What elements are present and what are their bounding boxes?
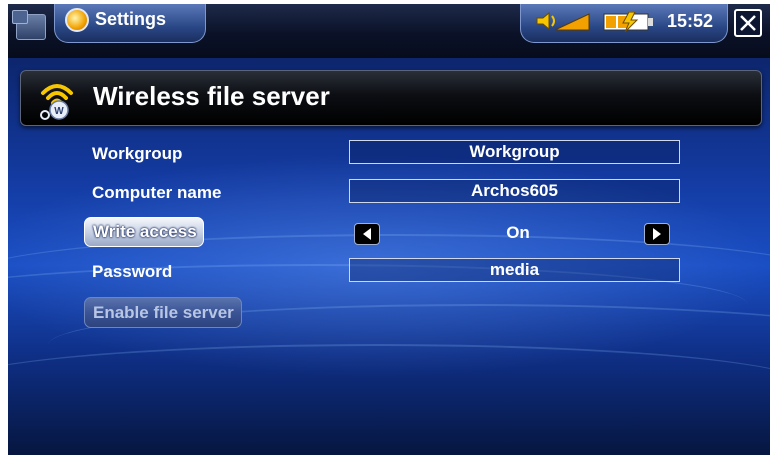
close-icon [740,15,756,31]
next-option-button[interactable] [644,223,670,245]
write-access-value: On [506,223,530,242]
write-access-label[interactable]: Write access [84,217,204,247]
clock: 15:52 [667,11,714,31]
enable-file-server-button[interactable]: Enable file server [84,297,242,328]
arrow-right-icon [653,228,661,240]
page-header: W Wireless file server [20,70,762,126]
svg-text:W: W [54,106,64,117]
device-screen: Settings 15:52 W Wireless file server Wo… [8,4,770,455]
workgroup-label: Workgroup [92,144,183,163]
arrow-left-icon [363,228,371,240]
window-switch-icon[interactable] [12,10,46,40]
computer-name-field[interactable]: Archos605 [349,179,680,203]
computer-name-label: Computer name [92,183,222,202]
app-tab: Settings [54,4,206,43]
close-button[interactable] [734,9,762,37]
password-field[interactable]: media [349,258,680,282]
battery-charging-icon [603,12,653,32]
previous-option-button[interactable] [354,223,380,245]
wifi-server-icon: W [40,84,73,120]
status-area: 15:52 [520,4,728,43]
password-label: Password [92,262,173,281]
volume-icon[interactable] [535,10,591,32]
app-title: Settings [95,9,167,29]
workgroup-field[interactable]: Workgroup [349,140,680,164]
settings-icon [65,8,89,32]
top-bar: Settings 15:52 [8,4,770,58]
background-wave [8,344,770,426]
page-title: Wireless file server [93,81,330,111]
